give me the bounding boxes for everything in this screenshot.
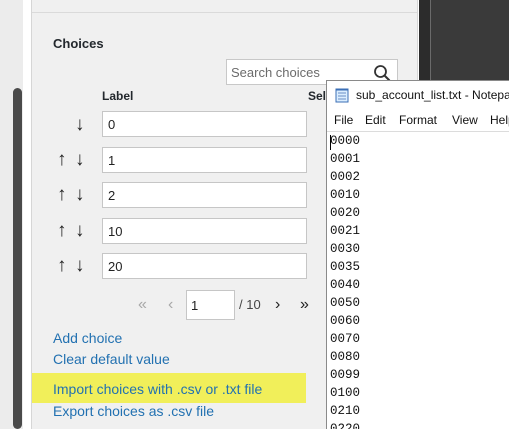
section-title: Choices xyxy=(53,36,104,51)
choice-label-input[interactable] xyxy=(102,253,307,279)
text-line: 0000 xyxy=(330,134,361,148)
menu-help[interactable]: Help xyxy=(490,113,509,127)
move-up-icon[interactable]: ↑ xyxy=(57,185,67,205)
text-line: 0035 xyxy=(330,260,361,274)
page-number-input[interactable] xyxy=(186,290,235,320)
notepad-text-area[interactable]: 0000 0001 0002 0010 0020 0021 0030 0035 … xyxy=(327,131,509,429)
choice-label-input[interactable] xyxy=(102,218,307,244)
move-up-icon[interactable]: ↑ xyxy=(57,221,67,241)
move-up-icon[interactable]: ↑ xyxy=(57,150,67,170)
next-page-button[interactable]: › xyxy=(275,296,280,314)
move-down-icon[interactable]: ↓ xyxy=(75,150,85,170)
text-line: 0210 xyxy=(330,404,361,418)
move-down-icon[interactable]: ↓ xyxy=(75,185,85,205)
move-down-icon[interactable]: ↓ xyxy=(75,256,85,276)
prev-page-button[interactable]: ‹ xyxy=(168,296,173,314)
scrollbar-track[interactable] xyxy=(0,0,23,429)
text-line: 0040 xyxy=(330,278,361,292)
notepad-window[interactable]: sub_account_list.txt - Notepad File Edit… xyxy=(326,80,509,429)
notepad-icon xyxy=(335,88,349,103)
first-page-button[interactable]: « xyxy=(138,296,147,314)
choice-label-input[interactable] xyxy=(102,182,307,208)
clear-default-link[interactable]: Clear default value xyxy=(53,351,170,367)
notepad-titlebar[interactable]: sub_account_list.txt - Notepad xyxy=(327,81,509,109)
import-choices-link[interactable]: Import choices with .csv or .txt file xyxy=(53,381,262,397)
menu-edit[interactable]: Edit xyxy=(365,113,386,127)
choice-label-input[interactable] xyxy=(102,111,307,137)
text-line: 0100 xyxy=(330,386,361,400)
menu-view[interactable]: View xyxy=(452,113,478,127)
menu-format[interactable]: Format xyxy=(399,113,437,127)
divider xyxy=(32,12,417,13)
column-header-label: Label xyxy=(102,89,134,103)
text-line: 0099 xyxy=(330,368,361,382)
text-line: 0070 xyxy=(330,332,361,346)
choice-label-input[interactable] xyxy=(102,147,307,173)
move-up-icon[interactable]: ↑ xyxy=(57,256,67,276)
page-total: / 10 xyxy=(239,297,261,312)
export-choices-link[interactable]: Export choices as .csv file xyxy=(53,403,214,419)
notepad-title: sub_account_list.txt - Notepad xyxy=(356,88,509,102)
notepad-menubar: File Edit Format View Help xyxy=(327,110,509,130)
scrollbar-thumb[interactable] xyxy=(13,88,22,429)
text-line: 0002 xyxy=(330,170,361,184)
text-line: 0080 xyxy=(330,350,361,364)
move-down-icon[interactable]: ↓ xyxy=(75,115,85,135)
text-line: 0030 xyxy=(330,242,361,256)
text-line: 0060 xyxy=(330,314,361,328)
text-line: 0020 xyxy=(330,206,361,220)
move-down-icon[interactable]: ↓ xyxy=(75,221,85,241)
menu-file[interactable]: File xyxy=(334,113,353,127)
background-window-frame xyxy=(430,0,509,80)
text-line: 0050 xyxy=(330,296,361,310)
column-header-selected: Sel xyxy=(308,89,327,103)
text-line: 0001 xyxy=(330,152,361,166)
add-choice-link[interactable]: Add choice xyxy=(53,330,122,346)
last-page-button[interactable]: » xyxy=(300,296,309,314)
text-line: 0021 xyxy=(330,224,361,238)
text-line: 0220 xyxy=(330,422,361,429)
text-line: 0010 xyxy=(330,188,361,202)
